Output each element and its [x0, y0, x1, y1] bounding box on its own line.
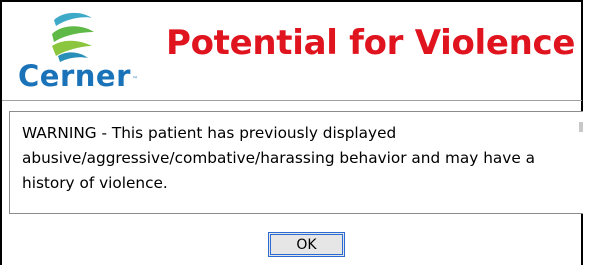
header-separator — [2, 100, 582, 101]
cerner-logo: Cerner ™ — [18, 10, 148, 100]
warning-message-text: WARNING - This patient has previously di… — [22, 124, 535, 192]
warning-message-box: WARNING - This patient has previously di… — [9, 111, 583, 214]
dialog-frame-left — [0, 0, 2, 265]
dialog-title: Potential for Violence — [166, 23, 576, 63]
cerner-trademark: ™ — [132, 76, 138, 83]
ok-button[interactable]: OK — [268, 232, 345, 257]
cerner-logo-text: Cerner — [18, 59, 131, 93]
ok-button-label: OK — [296, 236, 317, 253]
cerner-logo-icon — [52, 12, 94, 62]
scrollbar-thumb[interactable] — [579, 122, 583, 132]
potential-violence-dialog: Cerner ™ Potential for Violence WARNING … — [0, 0, 590, 265]
dialog-frame-top — [0, 0, 583, 2]
